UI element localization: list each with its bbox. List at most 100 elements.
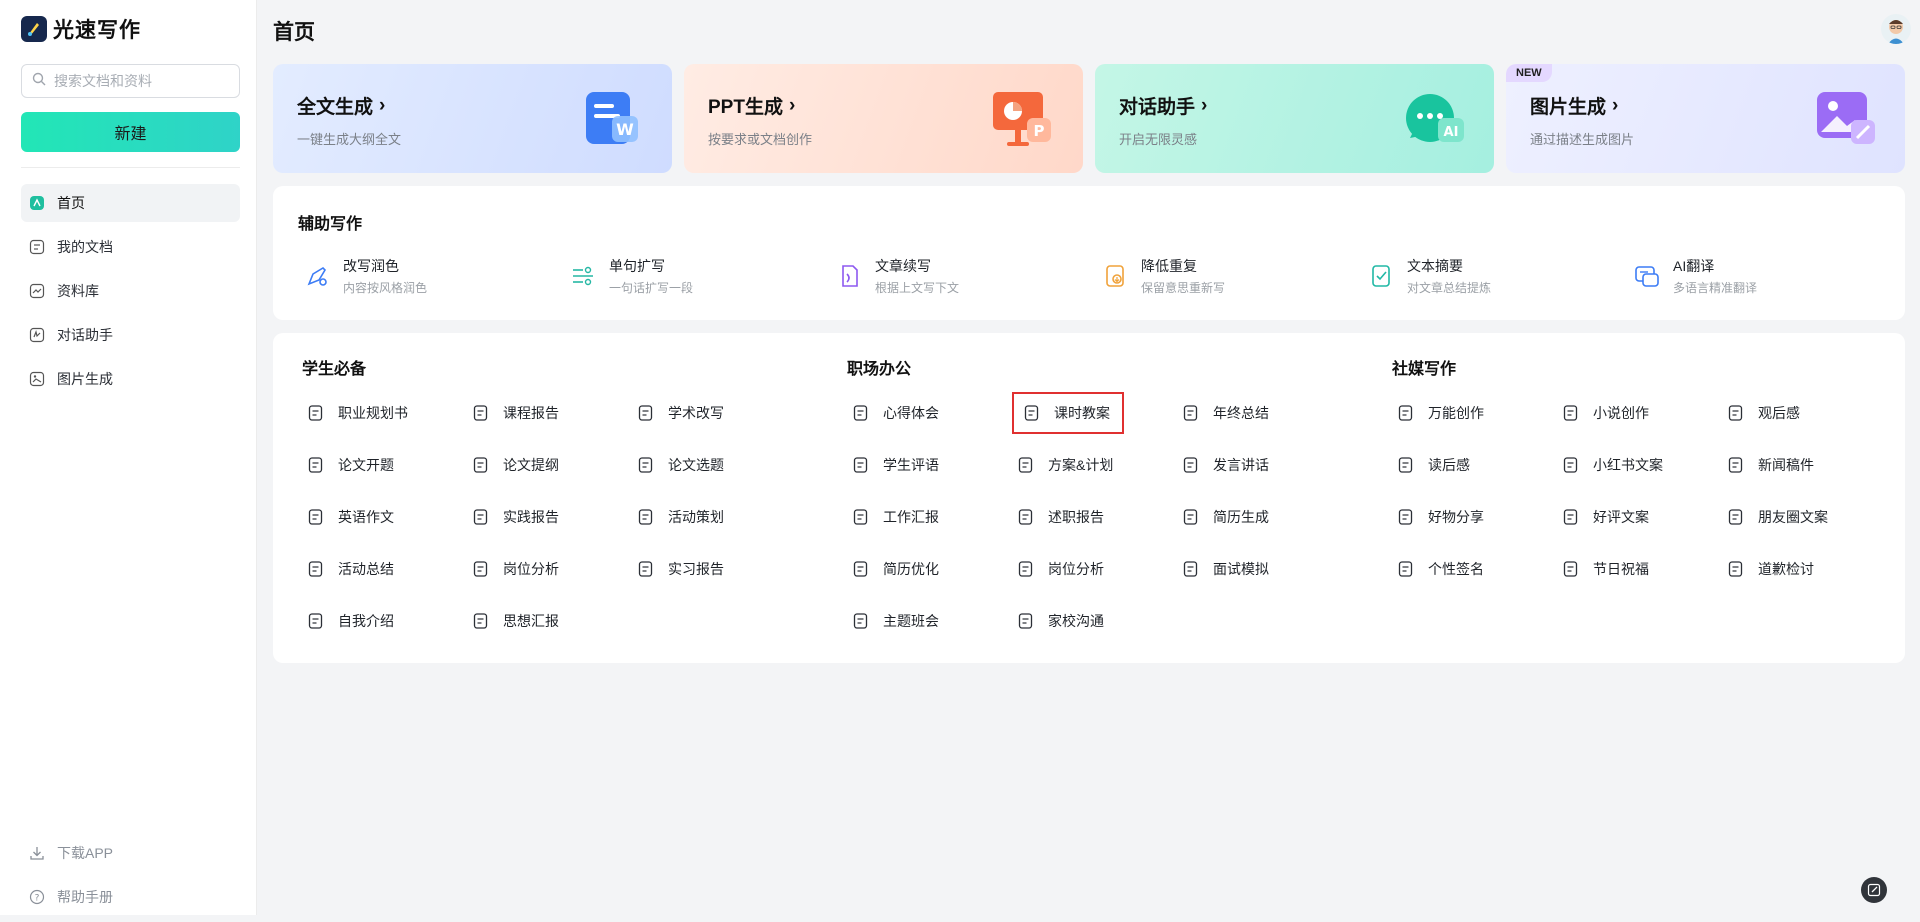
document-icon	[29, 239, 45, 255]
rewrite-icon	[307, 266, 327, 286]
template-item[interactable]: 节日祝福	[1557, 543, 1722, 595]
template-icon	[471, 507, 491, 527]
template-icon	[851, 403, 871, 423]
new-button[interactable]: 新建	[21, 112, 240, 152]
chevron-right-icon: ›	[1201, 94, 1208, 116]
template-grid: 万能创作 小说创作 观后感读后感 小红书文案 新闻稿件好物分享 好评文案 朋友圈文案个性签名…	[1392, 387, 1887, 595]
template-item[interactable]: 简历生成	[1177, 491, 1342, 543]
section-title: 辅助写作	[298, 216, 363, 233]
app-name: 光速写作	[53, 19, 141, 42]
card-chat-assistant[interactable]: 对话助手 › 开启无限灵感 AI	[1095, 64, 1494, 173]
template-item[interactable]: 心得体会	[847, 387, 1012, 439]
template-item[interactable]: 方案&计划	[1012, 439, 1177, 491]
template-item[interactable]: 简历优化	[847, 543, 1012, 595]
template-icon	[1016, 455, 1036, 475]
template-item[interactable]: 思想汇报	[467, 595, 632, 647]
template-icon	[471, 559, 491, 579]
assist-item-translate[interactable]: AI翻译 多语言精准翻译	[1633, 256, 1899, 296]
assist-item-rewrite[interactable]: 改写润色 内容按风格润色	[303, 256, 569, 296]
template-item[interactable]: 实习报告	[632, 543, 797, 595]
template-item[interactable]: 自我介绍	[302, 595, 467, 647]
assist-item-continue[interactable]: 文章续写 根据上文写下文	[835, 256, 1101, 296]
template-item[interactable]: 论文提纲	[467, 439, 632, 491]
card-full-text[interactable]: 全文生成 › 一键生成大纲全文 W	[273, 64, 672, 173]
svg-text:P: P	[1034, 122, 1045, 140]
template-label: 学生评语	[883, 457, 939, 473]
template-item[interactable]: 小红书文案	[1557, 439, 1722, 491]
template-item[interactable]: 学生评语	[847, 439, 1012, 491]
template-item[interactable]: 读后感	[1392, 439, 1557, 491]
template-item[interactable]: 个性签名	[1392, 543, 1557, 595]
section-title: 职场办公	[847, 355, 924, 379]
template-icon	[851, 559, 871, 579]
sidebar-item-library[interactable]: 资料库	[21, 272, 240, 310]
template-item[interactable]: 小说创作	[1557, 387, 1722, 439]
sidebar-item-my-docs[interactable]: 我的文档	[21, 228, 240, 266]
template-item[interactable]: 万能创作	[1392, 387, 1557, 439]
template-item[interactable]: 新闻稿件	[1722, 439, 1887, 491]
assist-desc: 对文章总结提炼	[1407, 281, 1492, 295]
sidebar-item-home[interactable]: 首页	[21, 184, 240, 222]
template-item[interactable]: 职业规划书	[302, 387, 467, 439]
download-app-link[interactable]: 下载APP	[21, 834, 240, 872]
avatar[interactable]	[1881, 14, 1911, 44]
assist-item-dedupe[interactable]: 降低重复 保留意思重新写	[1101, 256, 1367, 296]
template-item[interactable]: 英语作文	[302, 491, 467, 543]
card-ppt[interactable]: PPT生成 › 按要求或文档创作 P	[684, 64, 1083, 173]
template-item[interactable]: 发言讲话	[1177, 439, 1342, 491]
template-item[interactable]: 家校沟通	[1012, 595, 1177, 647]
template-item[interactable]: 好物分享	[1392, 491, 1557, 543]
svg-text:AI: AI	[1444, 125, 1459, 140]
template-item[interactable]: 面试模拟	[1177, 543, 1342, 595]
help-manual-link[interactable]: ? 帮助手册	[21, 878, 240, 916]
edit-floating-button[interactable]	[1861, 877, 1887, 903]
template-item[interactable]: 道歉检讨	[1722, 543, 1887, 595]
app-logo[interactable]: 光速写作	[21, 14, 141, 44]
sidebar-item-image-gen[interactable]: 图片生成	[21, 360, 240, 398]
template-item[interactable]: 论文开题	[302, 439, 467, 491]
template-label: 述职报告	[1048, 509, 1104, 525]
template-item[interactable]: 论文选题	[632, 439, 797, 491]
template-item[interactable]: 观后感	[1722, 387, 1887, 439]
download-icon	[29, 845, 45, 861]
section-student: 学生必备 职业规划书 课程报告 学术改写 论文开题 论文提纲 论文选题 英语作文 实践报告 活动…	[302, 355, 724, 629]
template-item[interactable]: 学术改写	[632, 387, 797, 439]
template-icon	[306, 455, 326, 475]
template-item[interactable]: 好评文案	[1557, 491, 1722, 543]
svg-text:?: ?	[35, 894, 40, 904]
assist-item-expand[interactable]: 单句扩写 一句话扩写一段	[569, 256, 835, 296]
sidebar-item-label: 图片生成	[57, 371, 113, 387]
template-item[interactable]: 岗位分析	[1012, 543, 1177, 595]
template-label: 好评文案	[1593, 509, 1649, 525]
template-icon	[1396, 507, 1416, 527]
translate-icon	[1635, 266, 1659, 287]
template-icon	[1016, 559, 1036, 579]
template-label: 家校沟通	[1048, 613, 1104, 629]
assist-item-summary[interactable]: 文本摘要 对文章总结提炼	[1367, 256, 1633, 296]
template-item[interactable]: 工作汇报	[847, 491, 1012, 543]
template-item[interactable]: 活动总结	[302, 543, 467, 595]
chevron-right-icon: ›	[379, 94, 386, 116]
svg-text:W: W	[616, 120, 634, 139]
help-icon: ?	[29, 889, 45, 905]
template-item[interactable]: 岗位分析	[467, 543, 632, 595]
template-item[interactable]: 述职报告	[1012, 491, 1177, 543]
template-label: 活动策划	[668, 509, 724, 525]
template-label: 读后感	[1428, 457, 1470, 473]
template-item[interactable]: 课时教案	[1012, 392, 1124, 434]
sidebar-item-chat[interactable]: 对话助手	[21, 316, 240, 354]
template-icon	[1726, 559, 1746, 579]
search-box[interactable]	[21, 64, 240, 98]
template-item[interactable]: 课程报告	[467, 387, 632, 439]
template-item[interactable]: 主题班会	[847, 595, 1012, 647]
template-label: 发言讲话	[1213, 457, 1269, 473]
template-item[interactable]: 实践报告	[467, 491, 632, 543]
sidebar-item-label: 资料库	[57, 283, 99, 299]
template-item[interactable]: 活动策划	[632, 491, 797, 543]
summary-icon	[1372, 265, 1390, 287]
card-image-gen[interactable]: NEW 图片生成 › 通过描述生成图片	[1506, 64, 1905, 173]
template-icon	[1726, 455, 1746, 475]
search-input[interactable]	[52, 72, 226, 90]
template-item[interactable]: 年终总结	[1177, 387, 1342, 439]
template-item[interactable]: 朋友圈文案	[1722, 491, 1887, 543]
